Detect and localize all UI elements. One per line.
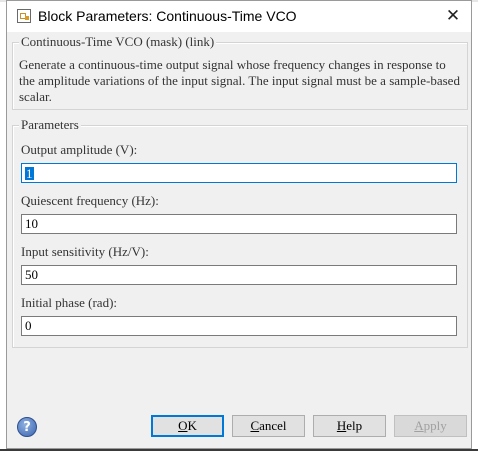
quiescent-frequency-input[interactable] [21, 214, 457, 234]
cancel-label-rest: ancel [259, 418, 287, 433]
output-amplitude-value: 1 [25, 166, 34, 181]
help-label-rest: elp [346, 418, 363, 433]
ok-button[interactable]: OK [151, 415, 224, 437]
input-sensitivity-input[interactable] [21, 265, 457, 285]
apply-button[interactable]: Apply [394, 415, 467, 437]
dialog-window: Block Parameters: Continuous-Time VCO ✕ … [6, 0, 472, 449]
ok-mnemonic: O [178, 418, 188, 433]
initial-phase-input[interactable] [21, 316, 457, 336]
output-amplitude-label: Output amplitude (V): [21, 142, 138, 157]
input-sensitivity-label: Input sensitivity (Hz/V): [21, 244, 149, 259]
help-icon[interactable]: ? [17, 417, 37, 437]
simulink-block-icon [17, 9, 31, 23]
cancel-button[interactable]: Cancel [232, 415, 305, 437]
mask-description: Generate a continuous-time output signal… [19, 57, 460, 104]
apply-label-rest: pply [423, 418, 447, 433]
quiescent-frequency-label: Quiescent frequency (Hz): [21, 193, 159, 208]
initial-phase-label: Initial phase (rad): [21, 295, 118, 310]
close-icon[interactable]: ✕ [441, 5, 465, 27]
mask-group-label: Continuous-Time VCO (mask) (link) [19, 34, 217, 50]
ok-label-rest: K [187, 418, 197, 433]
cancel-mnemonic: C [250, 418, 260, 433]
window-title: Block Parameters: Continuous-Time VCO [38, 8, 297, 24]
output-amplitude-input[interactable]: 1 [21, 163, 457, 183]
apply-mnemonic: A [414, 418, 424, 433]
parameters-group [12, 125, 468, 348]
help-button[interactable]: Help [313, 415, 386, 437]
help-mnemonic: H [336, 418, 347, 433]
title-bar[interactable]: Block Parameters: Continuous-Time VCO ✕ [7, 1, 471, 32]
parameters-group-label: Parameters [19, 117, 81, 133]
